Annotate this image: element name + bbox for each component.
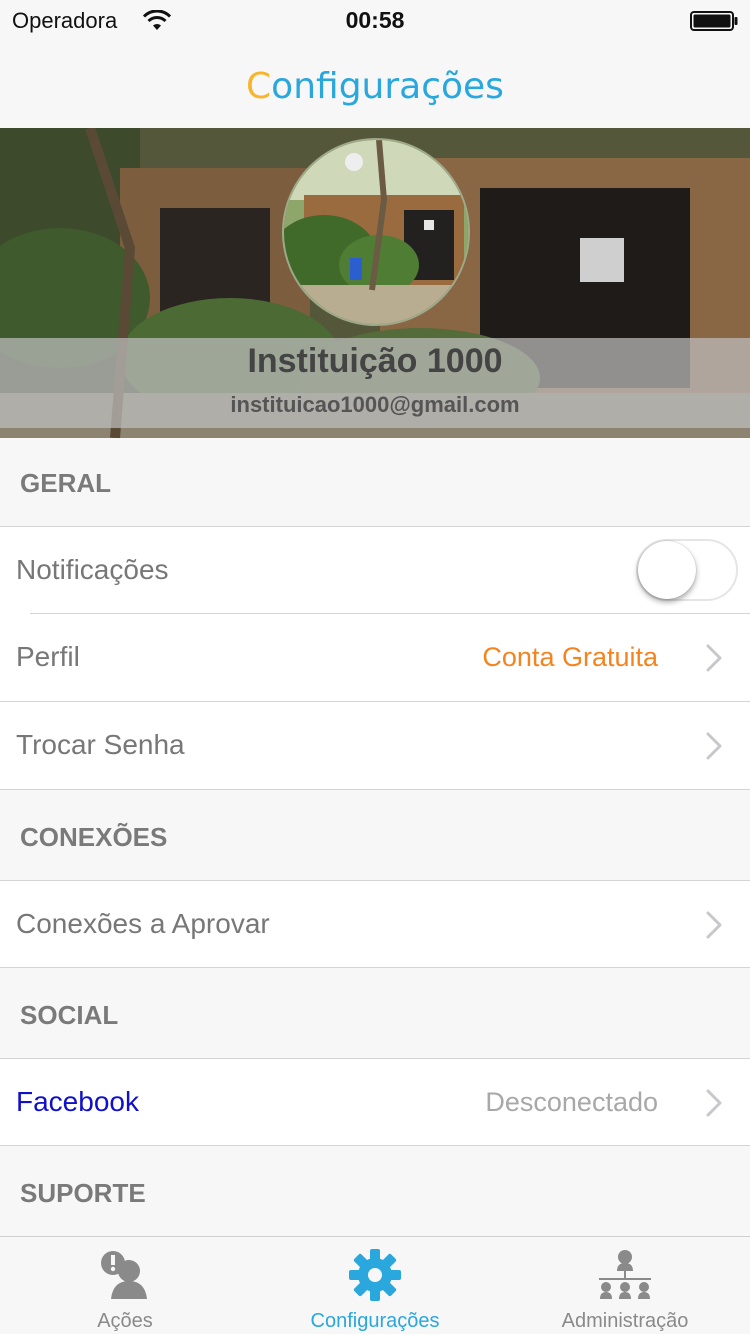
navigation-bar: Configurações xyxy=(0,40,750,128)
org-chart-icon xyxy=(599,1250,651,1299)
section-title-social: SOCIAL xyxy=(20,1000,119,1030)
notifications-label: Notificações xyxy=(16,554,169,585)
tab-label-acoes: Ações xyxy=(97,1310,153,1332)
notifications-row: Notificações xyxy=(0,527,750,614)
chevron-right-icon xyxy=(706,911,722,939)
tab-configuracoes[interactable]: Configurações xyxy=(250,1237,500,1334)
section-header-geral: GERAL xyxy=(0,438,750,527)
section-title-suporte: SUPORTE xyxy=(20,1178,146,1208)
plan-value: Conta Gratuita xyxy=(482,642,658,672)
notifications-toggle[interactable] xyxy=(636,539,738,601)
page-title-rest: onfigurações xyxy=(271,66,504,107)
alert-user-icon xyxy=(101,1251,147,1299)
avatar-photo xyxy=(284,140,468,324)
page-title: Configurações xyxy=(0,66,750,107)
pending-connections-label: Conexões a Aprovar xyxy=(16,908,270,939)
battery-icon xyxy=(690,11,738,31)
tab-administracao[interactable]: Administração xyxy=(500,1237,750,1334)
chevron-right-icon xyxy=(706,1089,722,1117)
facebook-row[interactable]: Facebook Desconectado xyxy=(0,1059,750,1146)
institution-email: instituicao1000@gmail.com xyxy=(230,392,520,417)
section-title-geral: GERAL xyxy=(20,468,111,498)
change-password-row[interactable]: Trocar Senha xyxy=(0,702,750,789)
status-time: 00:58 xyxy=(345,7,405,33)
profile-label: Perfil xyxy=(16,641,80,672)
page-title-initial: C xyxy=(246,66,272,107)
section-title-conexoes: CONEXÕES xyxy=(20,822,168,852)
section-header-suporte: SUPORTE xyxy=(0,1146,750,1236)
profile-header: Instituição 1000 instituicao1000@gmail.c… xyxy=(0,128,750,438)
section-header-conexoes: CONEXÕES xyxy=(0,790,750,881)
section-header-social: SOCIAL xyxy=(0,968,750,1059)
chevron-right-icon xyxy=(706,644,722,672)
avatar[interactable] xyxy=(282,138,470,326)
facebook-status: Desconectado xyxy=(485,1087,658,1117)
tab-label-configuracoes: Configurações xyxy=(310,1310,440,1332)
gear-icon xyxy=(349,1249,401,1301)
tab-label-administracao: Administração xyxy=(561,1310,689,1332)
tab-acoes[interactable]: Ações xyxy=(0,1237,250,1334)
tab-bar: Ações Configurações Administração xyxy=(0,1236,750,1334)
profile-row[interactable]: Perfil Conta Gratuita xyxy=(0,614,750,701)
chevron-right-icon xyxy=(706,732,722,760)
institution-name: Instituição 1000 xyxy=(247,342,503,380)
pending-connections-row[interactable]: Conexões a Aprovar xyxy=(0,881,750,968)
status-bar: Operadora 00:58 xyxy=(0,0,750,40)
facebook-label: Facebook xyxy=(16,1086,139,1117)
toggle-knob xyxy=(638,541,696,599)
change-password-label: Trocar Senha xyxy=(16,729,185,760)
